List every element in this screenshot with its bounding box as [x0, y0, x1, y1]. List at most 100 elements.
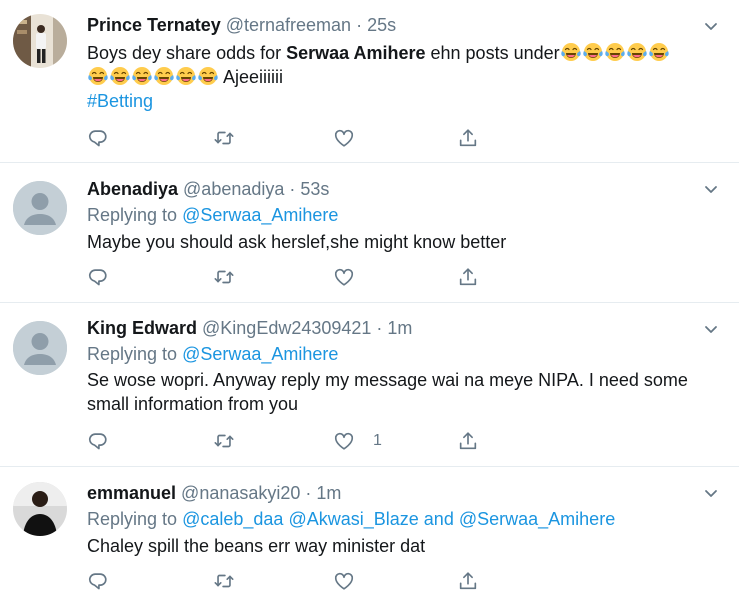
share-icon	[457, 430, 479, 452]
user-handle[interactable]: @ternafreeman	[226, 15, 351, 36]
timestamp[interactable]: 25s	[367, 15, 396, 36]
share-button[interactable]	[457, 429, 479, 453]
reply-icon	[87, 266, 109, 288]
tweet-text-part: Boys dey share odds for	[87, 43, 287, 63]
user-handle[interactable]: @nanasakyi20	[181, 483, 300, 504]
user-handle[interactable]: @KingEdw24309421	[202, 318, 371, 339]
tears-of-joy-emoji	[583, 42, 603, 62]
timestamp[interactable]: 53s	[300, 179, 329, 200]
tweet-actions	[87, 126, 507, 150]
tears-of-joy-emoji	[198, 66, 218, 86]
tweet-text: Chaley spill the beans err way minister …	[87, 536, 426, 556]
tweet-actions: 1	[87, 429, 507, 453]
hashtag-link[interactable]: #Betting	[87, 91, 153, 111]
mention-and: and	[423, 509, 454, 529]
tears-of-joy-emoji	[88, 66, 108, 86]
retweet-button[interactable]	[213, 126, 235, 150]
tweet-text-bold: Serwaa Amihere	[286, 43, 426, 63]
timestamp[interactable]: 1m	[316, 483, 341, 504]
avatar[interactable]	[13, 321, 67, 375]
tears-of-joy-emoji	[132, 66, 152, 86]
mention-link[interactable]: @Serwaa_Amihere	[459, 509, 615, 529]
tweet-text: Maybe you should ask herslef,she might k…	[87, 232, 507, 252]
separator: ·	[376, 317, 383, 338]
tweet-header: Prince Ternatey @ternafreeman · 25s	[87, 12, 699, 38]
tears-of-joy-emoji	[176, 66, 196, 86]
separator: ·	[356, 14, 363, 35]
chevron-down-icon[interactable]	[703, 485, 719, 501]
like-count: 1	[373, 432, 382, 449]
mention-link[interactable]: @Serwaa_Amihere	[182, 205, 338, 225]
tweet-header: emmanuel @nanasakyi20 · 1m	[87, 480, 699, 506]
retweet-icon	[213, 430, 235, 452]
heart-icon	[333, 127, 355, 149]
retweet-button[interactable]	[213, 265, 235, 289]
share-icon	[457, 266, 479, 288]
retweet-button[interactable]	[213, 569, 235, 593]
replying-to-label: Replying to	[87, 509, 178, 529]
share-icon	[457, 127, 479, 149]
tweet-text-part: ehn posts under	[425, 43, 560, 63]
like-button[interactable]	[333, 126, 355, 150]
mention-link[interactable]: @Serwaa_Amihere	[182, 344, 338, 364]
replying-to-label: Replying to	[87, 344, 178, 364]
tweet-text: Se wose wopri. Anyway reply my message w…	[87, 368, 699, 416]
tears-of-joy-emoji	[110, 66, 130, 86]
heart-icon	[333, 570, 355, 592]
share-button[interactable]	[457, 569, 479, 593]
like-button[interactable]	[333, 569, 355, 593]
display-name[interactable]: emmanuel	[87, 483, 176, 504]
tweet-text: Boys dey share odds for Serwaa Amihere e…	[87, 41, 699, 113]
tweet[interactable]: Abenadiya @abenadiya · 53s Replying to @…	[0, 163, 739, 303]
tweet[interactable]: emmanuel @nanasakyi20 · 1m Replying to @…	[0, 467, 739, 606]
display-name[interactable]: Prince Ternatey	[87, 15, 221, 36]
tweet[interactable]: King Edward @KingEdw24309421 · 1m Replyi…	[0, 303, 739, 467]
user-handle[interactable]: @abenadiya	[183, 179, 284, 200]
like-button[interactable]	[333, 265, 355, 289]
like-button[interactable]: 1	[333, 429, 382, 453]
tweet-header: Abenadiya @abenadiya · 53s	[87, 176, 699, 202]
display-name[interactable]: King Edward	[87, 318, 197, 339]
mention-link[interactable]: @caleb_daa	[182, 509, 283, 529]
reply-button[interactable]	[87, 265, 109, 289]
reply-icon	[87, 127, 109, 149]
chevron-down-icon[interactable]	[703, 321, 719, 337]
tweet[interactable]: Prince Ternatey @ternafreeman · 25s Boys…	[0, 0, 739, 163]
retweet-icon	[213, 570, 235, 592]
tears-of-joy-emoji	[627, 42, 647, 62]
avatar[interactable]	[13, 14, 67, 68]
emoji-row-1	[560, 43, 670, 63]
replying-to: Replying to @caleb_daa @Akwasi_Blaze and…	[87, 506, 699, 532]
tweet-text-line: Se wose wopri. Anyway reply my message w…	[87, 370, 688, 390]
tweet-actions	[87, 569, 507, 593]
reply-button[interactable]	[87, 569, 109, 593]
heart-icon	[333, 266, 355, 288]
avatar[interactable]	[13, 482, 67, 536]
retweet-button[interactable]	[213, 429, 235, 453]
mention-link[interactable]: @Akwasi_Blaze	[288, 509, 418, 529]
display-name[interactable]: Abenadiya	[87, 179, 178, 200]
chevron-down-icon[interactable]	[703, 18, 719, 34]
reply-button[interactable]	[87, 126, 109, 150]
reply-icon	[87, 570, 109, 592]
share-button[interactable]	[457, 126, 479, 150]
reply-icon	[87, 430, 109, 452]
emoji-row-2	[87, 67, 219, 87]
separator: ·	[305, 482, 312, 503]
replying-to: Replying to @Serwaa_Amihere	[87, 202, 699, 228]
tweet-text-line: small information from you	[87, 394, 299, 414]
separator: ·	[289, 178, 296, 199]
retweet-icon	[213, 127, 235, 149]
replying-to: Replying to @Serwaa_Amihere	[87, 341, 699, 367]
tears-of-joy-emoji	[561, 42, 581, 62]
replying-to-label: Replying to	[87, 205, 178, 225]
timestamp[interactable]: 1m	[387, 318, 412, 339]
share-icon	[457, 570, 479, 592]
reply-button[interactable]	[87, 429, 109, 453]
tears-of-joy-emoji	[154, 66, 174, 86]
chevron-down-icon[interactable]	[703, 181, 719, 197]
share-button[interactable]	[457, 265, 479, 289]
avatar[interactable]	[13, 181, 67, 235]
tweet-actions	[87, 265, 507, 289]
heart-icon	[333, 430, 355, 452]
